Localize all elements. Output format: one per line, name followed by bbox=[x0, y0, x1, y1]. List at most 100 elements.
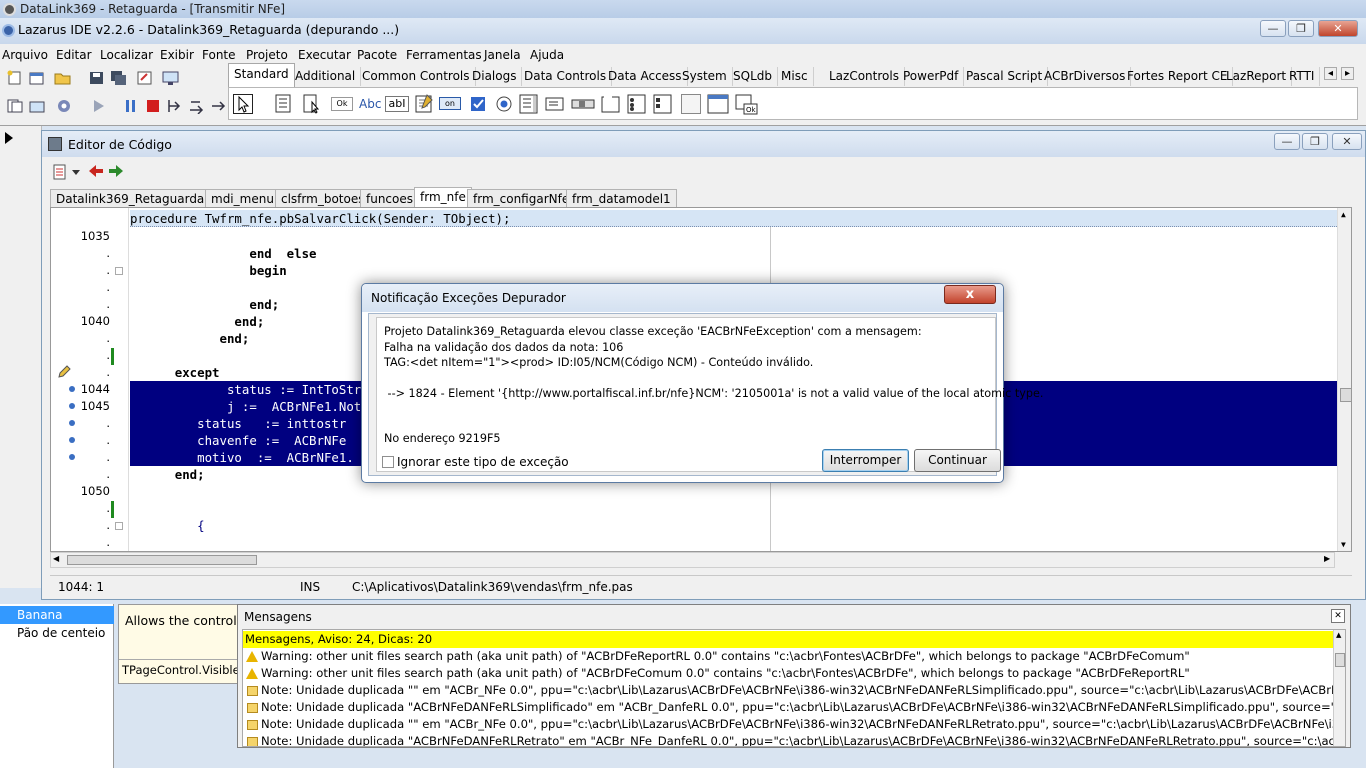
tab-mdi-menu[interactable]: mdi_menu bbox=[205, 189, 280, 207]
step-over-icon[interactable] bbox=[188, 98, 206, 115]
view-forms-list-icon[interactable] bbox=[28, 98, 46, 114]
arrow-icon[interactable] bbox=[233, 94, 253, 114]
tab-frm-datamodel1[interactable]: frm_datamodel1 bbox=[566, 189, 677, 207]
button-icon[interactable]: Ok bbox=[331, 97, 353, 111]
message-row[interactable]: Note: Unidade duplicada "ACBrNFeDANFeRLS… bbox=[243, 699, 1333, 716]
code-line[interactable] bbox=[130, 228, 1337, 245]
messages-summary[interactable]: Mensagens, Aviso: 24, Dicas: 20 bbox=[243, 631, 1333, 648]
minimize-button[interactable]: — bbox=[1260, 20, 1286, 37]
code-line[interactable]: end else bbox=[130, 245, 1337, 262]
palette-tab-data-access[interactable]: Data Access bbox=[603, 67, 688, 86]
view-units-icon[interactable] bbox=[6, 98, 24, 114]
new-unit-icon[interactable] bbox=[6, 70, 24, 86]
actionlist-icon[interactable]: Ok bbox=[735, 94, 758, 115]
palette-tab-fortes-report[interactable]: Fortes Report CE bbox=[1122, 67, 1234, 86]
menu-exibir[interactable]: Exibir bbox=[160, 46, 194, 62]
tab-funcoes[interactable]: funcoes bbox=[360, 189, 420, 207]
message-row[interactable]: Note: Unidade duplicada "ACBrNFeDANFeRLR… bbox=[243, 733, 1333, 746]
code-line[interactable]: begin bbox=[130, 262, 1337, 279]
execution-mark-icon[interactable] bbox=[69, 454, 75, 460]
palette-tab-misc[interactable]: Misc bbox=[776, 67, 814, 86]
open-icon[interactable] bbox=[54, 70, 72, 86]
palette-tab-common-controls[interactable]: Common Controls bbox=[357, 67, 476, 86]
palette-tab-pascal-script[interactable]: Pascal Script bbox=[961, 67, 1049, 86]
popupmenu-icon[interactable] bbox=[303, 94, 323, 114]
palette-scroll-right-icon[interactable]: ▸ bbox=[1341, 67, 1355, 80]
restore-button[interactable]: ❐ bbox=[1288, 20, 1314, 37]
scroll-thumb[interactable] bbox=[67, 555, 257, 565]
message-row[interactable]: Warning: other unit files search path (a… bbox=[243, 665, 1333, 682]
palette-scroll-left-icon[interactable]: ◂ bbox=[1324, 67, 1338, 80]
close-button[interactable]: ✕ bbox=[1318, 20, 1358, 37]
step-into-icon[interactable] bbox=[166, 98, 184, 114]
toggle-form-icon[interactable] bbox=[136, 70, 154, 86]
menu-localizar[interactable]: Localizar bbox=[100, 46, 153, 62]
scrollbar-icon[interactable] bbox=[571, 94, 595, 114]
palette-tab-powerpdf[interactable]: PowerPdf bbox=[898, 67, 965, 86]
ignore-exception-checkbox[interactable]: Ignorar este tipo de exceção bbox=[382, 455, 569, 469]
menu-fonte[interactable]: Fonte bbox=[202, 46, 236, 62]
build-mode-icon[interactable] bbox=[56, 98, 74, 114]
radiogroup-icon[interactable] bbox=[627, 94, 647, 114]
tab-frm-nfe[interactable]: frm_nfe bbox=[414, 187, 472, 208]
palette-tab-lazcontrols[interactable]: LazControls bbox=[824, 67, 905, 86]
step-out-icon[interactable] bbox=[210, 98, 228, 114]
palette-tab-additional[interactable]: Additional bbox=[290, 67, 362, 86]
forward-arrow-icon[interactable] bbox=[108, 164, 124, 178]
checkbox-icon[interactable] bbox=[469, 94, 489, 114]
palette-tab-rtti[interactable]: RTTI bbox=[1284, 67, 1321, 86]
list-item[interactable]: Banana bbox=[0, 606, 114, 624]
panel-icon[interactable] bbox=[681, 94, 701, 114]
fold-toggle-icon[interactable] bbox=[115, 522, 123, 530]
label-icon[interactable]: Abc bbox=[359, 97, 381, 117]
stop-icon[interactable] bbox=[144, 98, 162, 114]
code-line[interactable] bbox=[130, 534, 1337, 551]
code-line[interactable] bbox=[130, 500, 1337, 517]
palette-tab-dialogs[interactable]: Dialogs bbox=[467, 67, 523, 86]
groupbox-icon[interactable] bbox=[601, 94, 621, 114]
pause-icon[interactable] bbox=[122, 98, 140, 114]
menu-projeto[interactable]: Projeto bbox=[246, 46, 288, 62]
combobox-icon[interactable] bbox=[545, 94, 565, 114]
save-all-icon[interactable] bbox=[110, 70, 128, 86]
mainmenu-icon[interactable] bbox=[275, 94, 295, 114]
message-row[interactable]: Warning: other unit files search path (a… bbox=[243, 648, 1333, 665]
view-forms-icon[interactable] bbox=[162, 70, 180, 86]
execution-mark-icon[interactable] bbox=[69, 403, 75, 409]
tab-datalink369-retaguarda[interactable]: Datalink369_Retaguarda.lpr bbox=[50, 189, 230, 207]
horizontal-scrollbar[interactable]: ◀ ▶ bbox=[50, 552, 1335, 568]
menu-arquivo[interactable]: Arquivo bbox=[2, 46, 48, 62]
vertical-scrollbar[interactable]: ▲ ▼ bbox=[1337, 208, 1351, 551]
save-icon[interactable] bbox=[88, 70, 106, 86]
checkbox-box[interactable] bbox=[382, 456, 394, 468]
continue-button[interactable]: Continuar bbox=[914, 449, 1001, 472]
code-line[interactable]: { bbox=[130, 517, 1337, 534]
run-icon[interactable] bbox=[90, 98, 108, 114]
editor-restore-button[interactable]: ❐ bbox=[1302, 133, 1328, 150]
scroll-thumb[interactable] bbox=[1335, 653, 1345, 667]
menu-janela[interactable]: Janela bbox=[484, 46, 521, 62]
menu-pacote[interactable]: Pacote bbox=[357, 46, 397, 62]
menu-ajuda[interactable]: Ajuda bbox=[530, 46, 564, 62]
message-row[interactable]: Note: Unidade duplicada "" em "ACBr_NFe … bbox=[243, 716, 1333, 733]
jump-list-icon[interactable] bbox=[52, 164, 70, 180]
checkgroup-icon[interactable] bbox=[653, 94, 673, 114]
scroll-right-icon[interactable]: ▶ bbox=[1324, 554, 1330, 563]
scroll-up-icon[interactable]: ▲ bbox=[1336, 631, 1341, 639]
palette-tab-system[interactable]: System bbox=[677, 67, 733, 86]
tab-frm-configarnfe[interactable]: frm_configarNfe bbox=[467, 189, 576, 207]
scroll-left-icon[interactable]: ◀ bbox=[53, 554, 59, 563]
frame-icon[interactable] bbox=[707, 94, 729, 114]
listbox-icon[interactable] bbox=[519, 94, 539, 114]
break-button[interactable]: Interromper bbox=[822, 449, 909, 472]
palette-tab-standard[interactable]: Standard bbox=[228, 63, 295, 87]
togglebox-icon[interactable]: on bbox=[439, 97, 461, 110]
menu-ferramentas[interactable]: Ferramentas bbox=[406, 46, 482, 62]
memo-icon[interactable] bbox=[415, 94, 435, 114]
execution-mark-icon[interactable] bbox=[69, 420, 75, 426]
fold-toggle-icon[interactable] bbox=[115, 267, 123, 275]
editor-close-button[interactable]: ✕ bbox=[1332, 133, 1362, 150]
menu-editar[interactable]: Editar bbox=[56, 46, 92, 62]
scroll-up-icon[interactable]: ▲ bbox=[1341, 210, 1346, 219]
palette-tab-sqldb[interactable]: SQLdb bbox=[728, 67, 778, 86]
